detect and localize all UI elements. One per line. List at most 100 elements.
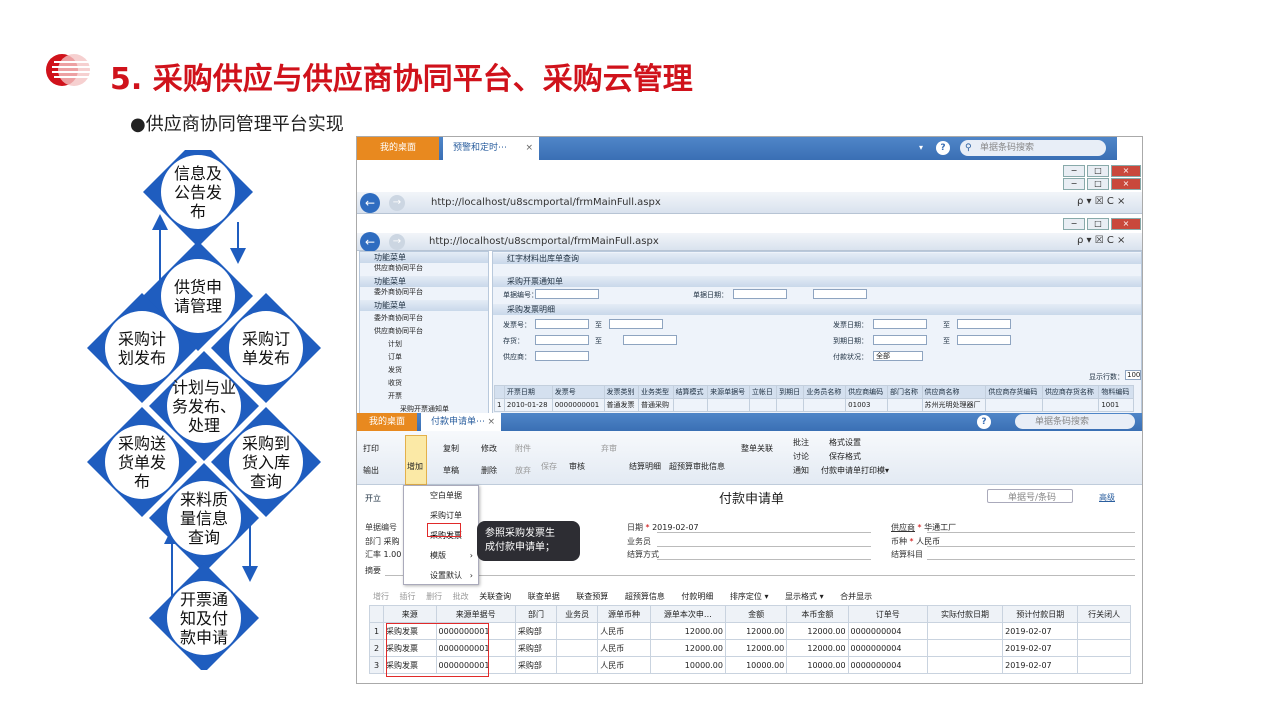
grid-cell[interactable] [926, 656, 1004, 674]
grid-header-cell[interactable] [494, 385, 505, 399]
address-url[interactable]: http://localhost/u8scmportal/frmMainFull… [429, 236, 659, 247]
maximize-button[interactable]: □ [1087, 178, 1109, 190]
grid-cell[interactable]: 01003 [845, 398, 889, 412]
grid-cell[interactable]: 12000.00 [786, 639, 849, 657]
draft-button[interactable]: 草稿 [443, 465, 459, 476]
grid-cell[interactable]: 1001 [1098, 398, 1134, 412]
grid-header-cell[interactable]: 预计付款日期 [1002, 605, 1079, 623]
grid-cell[interactable]: 0000000001 [551, 398, 605, 412]
print-template-button[interactable]: 付款申请单打印模▾ [821, 465, 889, 476]
budget-approval-button[interactable]: 超预算审批信息 [669, 461, 725, 472]
grid-cell[interactable]: 1 [494, 398, 505, 412]
grid-header-cell[interactable]: 结算模式 [672, 385, 709, 399]
invoice-date-from-input[interactable] [873, 319, 927, 329]
maximize-button[interactable]: □ [1087, 218, 1109, 230]
forward-icon[interactable]: → [389, 234, 405, 250]
edit-button[interactable]: 修改 [481, 443, 497, 454]
grid-header-cell[interactable]: 来源 [383, 605, 437, 623]
grid-cell[interactable]: 10000.00 [649, 656, 726, 674]
menu-item[interactable]: 收货 [388, 377, 402, 390]
grid-tool[interactable]: 插行 [400, 592, 416, 601]
tab-payment-request[interactable]: 付款申请单⋯ × [421, 413, 501, 431]
grid-header-cell[interactable]: 部门名称 [887, 385, 923, 399]
grid-cell[interactable] [707, 398, 750, 412]
close-icon[interactable]: × [525, 137, 533, 160]
grid-tool[interactable]: 超预算信息 [625, 592, 665, 601]
format-button[interactable]: 格式设置 [829, 437, 861, 448]
grid-tool[interactable]: 增行 [373, 592, 389, 601]
grid-header-cell[interactable]: 发票类别 [603, 385, 640, 399]
close-icon[interactable]: × [487, 413, 495, 431]
grid-cell[interactable] [985, 398, 1043, 412]
export-button[interactable]: 输出 [363, 465, 379, 476]
tab-home[interactable]: 我的桌面 [357, 137, 439, 160]
grid-cell[interactable] [748, 398, 778, 412]
barcode-search-input[interactable]: ⚲ 单据条码搜索 [960, 140, 1106, 156]
grid-tool[interactable]: 批改 [453, 592, 469, 601]
grid-header-cell[interactable]: 立帐日 [748, 385, 778, 399]
minimize-button[interactable]: − [1063, 178, 1085, 190]
grid-header-cell[interactable]: 供应商名称 [921, 385, 987, 399]
doc-search-input[interactable]: 单据号/条码 [987, 489, 1073, 503]
menu-item[interactable]: 供应商协同平台 [374, 325, 423, 338]
menu-item[interactable]: 委外商协同平台 [374, 286, 423, 299]
grid-tool[interactable]: 付款明细 [681, 592, 713, 601]
grid-tool[interactable]: 关联查询 [479, 592, 511, 601]
grid-header-cell[interactable]: 部门 [514, 605, 558, 623]
grid-cell[interactable]: 普通采购 [638, 398, 674, 412]
grid-tool[interactable]: 联查单据 [528, 592, 560, 601]
grid-cell[interactable]: 2010-01-28 [503, 398, 553, 412]
menu-item[interactable]: 计划 [388, 338, 402, 351]
menu-item[interactable]: 发货 [388, 364, 402, 377]
help-icon[interactable]: ? [977, 415, 991, 429]
grid-cell[interactable]: 10000.00 [786, 656, 849, 674]
advanced-link[interactable]: 高级 [1099, 492, 1115, 503]
tab-alerts[interactable]: 预警和定时⋯ × [443, 137, 539, 160]
doc-number-input[interactable] [535, 289, 599, 299]
note-button[interactable]: 批注 [793, 437, 809, 448]
grid-header-cell[interactable]: 源单币种 [597, 605, 651, 623]
grid-cell[interactable]: 人民币 [597, 639, 651, 657]
delete-button[interactable]: 删除 [481, 465, 497, 476]
grid-cell[interactable] [803, 398, 847, 412]
grid-header-cell[interactable]: 业务类型 [638, 385, 674, 399]
grid-cell[interactable] [926, 622, 1004, 640]
supplier-input[interactable] [535, 351, 589, 361]
invoice-no-from-input[interactable] [535, 319, 589, 329]
menu-item-default[interactable]: 设置默认 › [404, 566, 478, 586]
grid-cell[interactable]: 0000000004 [847, 639, 928, 657]
grid-tool[interactable]: 合并显示 [840, 592, 872, 601]
grid-header-cell[interactable]: 供应商编码 [845, 385, 889, 399]
help-icon[interactable]: ? [936, 141, 950, 155]
grid-header-cell[interactable]: 本币金额 [786, 605, 849, 623]
grid-header-cell[interactable]: 金额 [724, 605, 788, 623]
inner-search-input[interactable]: 单据条码搜索 [1015, 414, 1135, 429]
grid-cell[interactable]: 采购部 [514, 639, 558, 657]
minimize-button[interactable]: − [1063, 218, 1085, 230]
grid-cell[interactable] [556, 639, 599, 657]
currency-value[interactable]: 人民币 [916, 537, 940, 546]
grid-cell[interactable] [1077, 639, 1131, 657]
tab-home[interactable]: 我的桌面 [357, 413, 417, 431]
date-value[interactable]: 2019-02-07 [652, 523, 699, 532]
grid-header-cell[interactable]: 来源单据号 [707, 385, 750, 399]
invoice-no-to-input[interactable] [609, 319, 663, 329]
link-button[interactable]: 整单关联 [741, 443, 773, 454]
grid-header-cell[interactable]: 发票号 [551, 385, 605, 399]
grid-cell[interactable]: 3 [369, 656, 384, 674]
grid-cell[interactable]: 人民币 [597, 622, 651, 640]
grid-cell[interactable]: 2019-02-07 [1002, 656, 1079, 674]
grid-cell[interactable]: 采购部 [514, 622, 558, 640]
grid-cell[interactable] [556, 656, 599, 674]
browser-tools[interactable]: ρ ▾ ☒ C × [1077, 235, 1125, 246]
grid-cell[interactable]: 12000.00 [786, 622, 849, 640]
abandon-button[interactable]: 放弃 [515, 465, 531, 476]
grid-tool[interactable]: 删行 [426, 592, 442, 601]
grid-cell[interactable]: 0000000004 [847, 656, 928, 674]
back-icon[interactable]: ← [360, 232, 380, 252]
grid-cell[interactable]: 普通发票 [603, 398, 640, 412]
close-button[interactable]: × [1111, 218, 1141, 230]
print-button[interactable]: 打印 [363, 443, 379, 454]
audit-button[interactable]: 审核 [569, 461, 585, 472]
grid-header-cell[interactable]: 行关闭人 [1077, 605, 1131, 623]
